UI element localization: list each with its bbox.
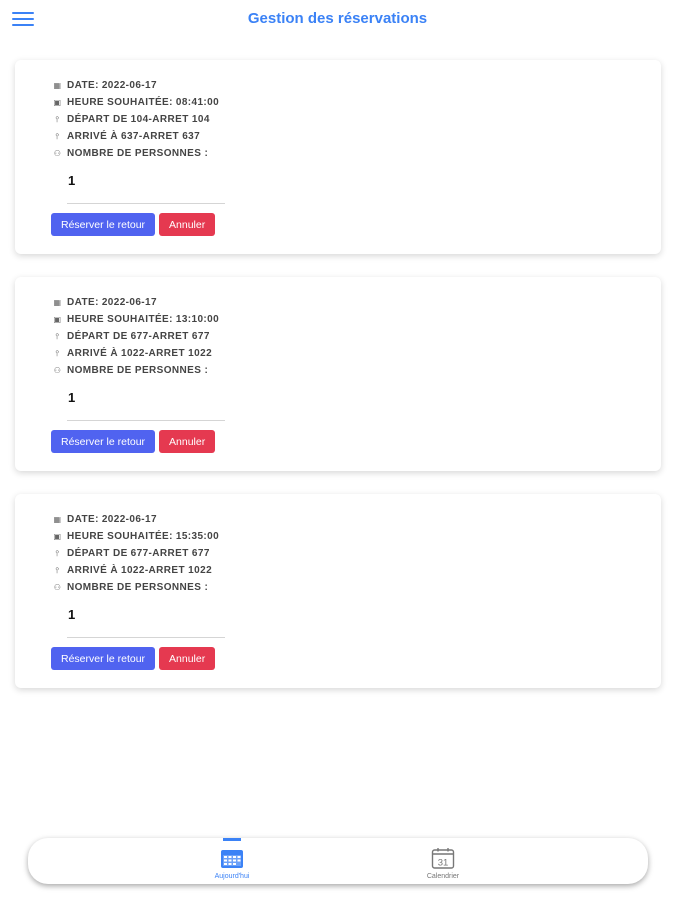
arrival-label: ARRIVÉ À	[67, 348, 118, 359]
divider	[67, 637, 225, 638]
date-row: ▦ DATE: 2022-06-17	[51, 77, 219, 94]
tab-today[interactable]: Aujourd'hui	[187, 838, 277, 884]
reservation-card: ▦ DATE: 2022-06-17 ▣ HEURE SOUHAITÉE: 13…	[15, 277, 661, 471]
cancel-button[interactable]: Annuler	[159, 213, 216, 236]
reservation-info: ▦ DATE: 2022-06-17 ▣ HEURE SOUHAITÉE: 15…	[51, 511, 219, 596]
date-label: DATE:	[67, 514, 99, 525]
divider	[67, 203, 225, 204]
arrival-value: 1022-ARRET 1022	[120, 348, 213, 359]
departure-label: DÉPART DE	[67, 114, 128, 125]
calendar-icon: ▦	[53, 515, 62, 524]
time-label: HEURE SOUHAITÉE:	[67, 531, 173, 542]
reservation-card: ▦ DATE: 2022-06-17 ▣ HEURE SOUHAITÉE: 08…	[15, 60, 661, 254]
date-label: DATE:	[67, 80, 99, 91]
date-value: 2022-06-17	[101, 80, 157, 91]
time-row: ▣ HEURE SOUHAITÉE: 13:10:00	[51, 311, 219, 328]
arrival-row: ⫯ ARRIVÉ À 1022-ARRET 1022	[51, 345, 219, 362]
location-pin-icon: ⫯	[55, 565, 60, 575]
active-tab-indicator	[223, 838, 241, 841]
time-value: 08:41:00	[175, 97, 220, 108]
card-actions: Réserver le retour Annuler	[51, 647, 216, 670]
location-pin-icon: ⫯	[55, 331, 60, 341]
card-actions: Réserver le retour Annuler	[51, 213, 216, 236]
reservation-list: ▦ DATE: 2022-06-17 ▣ HEURE SOUHAITÉE: 08…	[15, 60, 661, 711]
people-label: NOMBRE DE PERSONNES :	[67, 582, 209, 593]
departure-value: 104-ARRET 104	[130, 114, 210, 125]
date-value: 2022-06-17	[101, 514, 157, 525]
departure-value: 677-ARRET 677	[130, 331, 210, 342]
time-row: ▣ HEURE SOUHAITÉE: 15:35:00	[51, 528, 219, 545]
arrival-row: ⫯ ARRIVÉ À 637-ARRET 637	[51, 128, 219, 145]
reservation-info: ▦ DATE: 2022-06-17 ▣ HEURE SOUHAITÉE: 13…	[51, 294, 219, 379]
calendar-day-number: 31	[438, 858, 449, 869]
date-row: ▦ DATE: 2022-06-17	[51, 294, 219, 311]
people-row: ⚇ NOMBRE DE PERSONNES :	[51, 145, 219, 162]
people-count: 1	[68, 607, 76, 622]
people-icon: ⚇	[53, 366, 62, 375]
bus-icon: ▣	[53, 98, 62, 107]
location-pin-icon: ⫯	[55, 114, 60, 124]
reservation-card: ▦ DATE: 2022-06-17 ▣ HEURE SOUHAITÉE: 15…	[15, 494, 661, 688]
location-pin-icon: ⫯	[55, 348, 60, 358]
departure-row: ⫯ DÉPART DE 677-ARRET 677	[51, 328, 219, 345]
time-value: 15:35:00	[175, 531, 220, 542]
time-label: HEURE SOUHAITÉE:	[67, 314, 173, 325]
location-pin-icon: ⫯	[55, 131, 60, 141]
reservation-info: ▦ DATE: 2022-06-17 ▣ HEURE SOUHAITÉE: 08…	[51, 77, 219, 162]
location-pin-icon: ⫯	[55, 548, 60, 558]
card-actions: Réserver le retour Annuler	[51, 430, 216, 453]
people-row: ⚇ NOMBRE DE PERSONNES :	[51, 579, 219, 596]
tab-today-label: Aujourd'hui	[214, 873, 250, 880]
departure-row: ⫯ DÉPART DE 677-ARRET 677	[51, 545, 219, 562]
reserve-return-button[interactable]: Réserver le retour	[51, 647, 156, 670]
date-label: DATE:	[67, 297, 99, 308]
calendar-icon: ▦	[53, 81, 62, 90]
app-header: Gestion des réservations	[0, 0, 675, 40]
departure-row: ⫯ DÉPART DE 104-ARRET 104	[51, 111, 219, 128]
page-title: Gestion des réservations	[247, 10, 428, 27]
divider	[67, 420, 225, 421]
bus-icon: ▣	[53, 532, 62, 541]
reserve-return-button[interactable]: Réserver le retour	[51, 430, 156, 453]
tab-calendar[interactable]: 31 Calendrier	[398, 838, 488, 884]
people-label: NOMBRE DE PERSONNES :	[67, 148, 209, 159]
calendar-grid-icon	[221, 850, 243, 868]
arrival-label: ARRIVÉ À	[67, 565, 118, 576]
bottom-tab-bar: Aujourd'hui 31 Calendrier	[28, 838, 648, 884]
people-row: ⚇ NOMBRE DE PERSONNES :	[51, 362, 219, 379]
people-count: 1	[68, 390, 76, 405]
departure-label: DÉPART DE	[67, 548, 128, 559]
cancel-button[interactable]: Annuler	[159, 430, 216, 453]
people-count: 1	[68, 173, 76, 188]
arrival-value: 1022-ARRET 1022	[120, 565, 213, 576]
calendar-31-icon: 31	[431, 848, 455, 869]
date-value: 2022-06-17	[101, 297, 157, 308]
cancel-button[interactable]: Annuler	[159, 647, 216, 670]
departure-value: 677-ARRET 677	[130, 548, 210, 559]
calendar-icon: ▦	[53, 298, 62, 307]
time-row: ▣ HEURE SOUHAITÉE: 08:41:00	[51, 94, 219, 111]
date-row: ▦ DATE: 2022-06-17	[51, 511, 219, 528]
people-icon: ⚇	[53, 583, 62, 592]
time-label: HEURE SOUHAITÉE:	[67, 97, 173, 108]
time-value: 13:10:00	[175, 314, 220, 325]
people-label: NOMBRE DE PERSONNES :	[67, 365, 209, 376]
people-icon: ⚇	[53, 149, 62, 158]
departure-label: DÉPART DE	[67, 331, 128, 342]
bus-icon: ▣	[53, 315, 62, 324]
tab-calendar-label: Calendrier	[426, 873, 460, 880]
arrival-value: 637-ARRET 637	[120, 131, 201, 142]
arrival-label: ARRIVÉ À	[67, 131, 118, 142]
arrival-row: ⫯ ARRIVÉ À 1022-ARRET 1022	[51, 562, 219, 579]
reserve-return-button[interactable]: Réserver le retour	[51, 213, 156, 236]
